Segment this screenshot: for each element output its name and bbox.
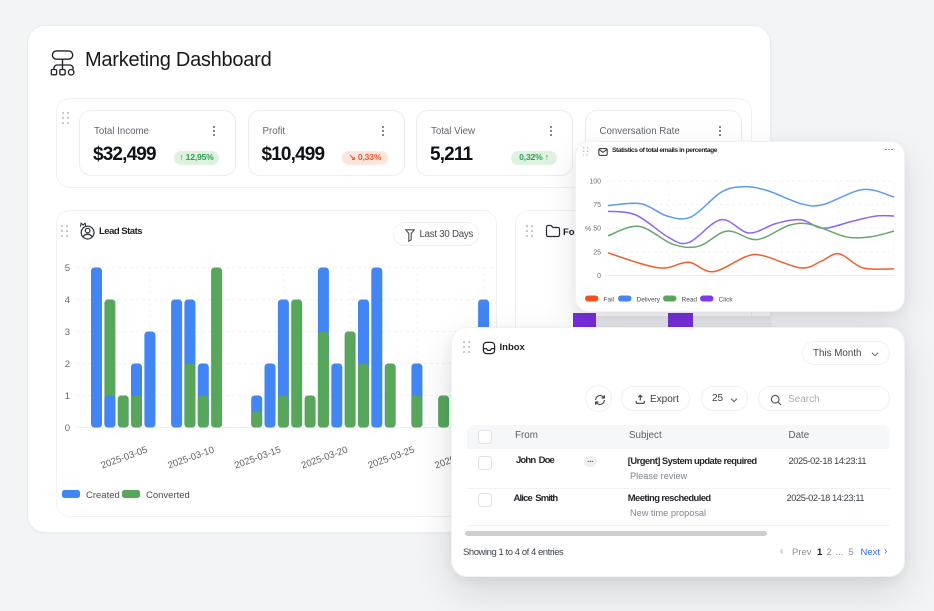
svg-text:2025-03-25: 2025-03-25 [367, 444, 416, 471]
svg-text:1: 1 [65, 391, 70, 402]
svg-text:2025-03-20: 2025-03-20 [300, 444, 349, 471]
svg-text:2025-03-15: 2025-03-15 [233, 444, 282, 471]
svg-text:Delivery: Delivery [637, 297, 661, 304]
svg-text:100: 100 [589, 179, 601, 186]
svg-text:0: 0 [65, 423, 70, 434]
svg-text:Created: Created [86, 490, 120, 501]
svg-text:Read: Read [682, 297, 698, 304]
svg-text:5: 5 [65, 263, 70, 274]
svg-text:Converted: Converted [146, 490, 190, 501]
svg-text:%: % [585, 226, 591, 233]
svg-text:Click: Click [719, 297, 734, 304]
svg-text:Fail: Fail [604, 297, 615, 304]
svg-text:50: 50 [593, 226, 601, 233]
svg-text:0: 0 [597, 273, 601, 280]
svg-text:2025-03-10: 2025-03-10 [166, 444, 215, 471]
svg-text:2: 2 [65, 359, 70, 370]
svg-text:4: 4 [65, 295, 70, 306]
svg-text:3: 3 [65, 327, 70, 338]
svg-text:25: 25 [593, 249, 601, 256]
svg-text:2025-03-05: 2025-03-05 [100, 444, 149, 471]
svg-text:75: 75 [593, 202, 601, 209]
